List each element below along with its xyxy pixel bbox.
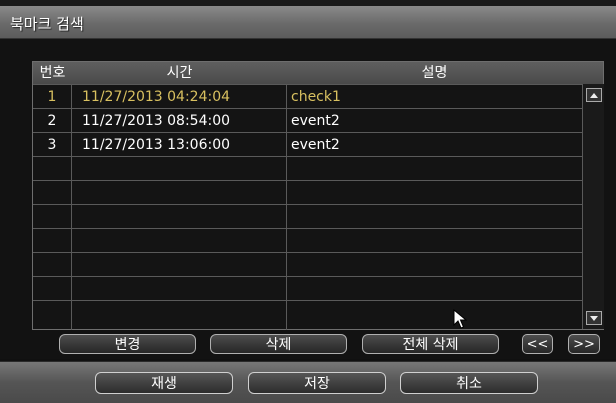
row-desc: event2: [291, 137, 340, 153]
header-num: 번호: [39, 65, 66, 81]
row-num: 1: [33, 85, 72, 109]
table-row[interactable]: 1 11/27/2013 04:24:04 check1: [33, 84, 582, 109]
table-row-empty[interactable]: [33, 276, 582, 301]
table-row-empty[interactable]: [33, 180, 582, 205]
save-button[interactable]: 저장: [248, 372, 386, 394]
table-scrollbar[interactable]: [582, 84, 604, 329]
table-row-empty[interactable]: [33, 204, 582, 229]
window-title: 북마크 검색: [10, 15, 84, 33]
edit-button[interactable]: 변경: [59, 334, 196, 354]
next-page-button[interactable]: >>: [568, 334, 600, 354]
bottom-bar: 재생 저장 취소: [0, 361, 616, 403]
table-header: 번호 시간 설명: [33, 62, 603, 84]
prev-page-button[interactable]: <<: [522, 334, 553, 354]
table-row-empty[interactable]: [33, 156, 582, 181]
row-time: 11/27/2013 04:24:04: [72, 85, 287, 109]
row-desc: check1: [291, 89, 341, 105]
row-num: 2: [33, 109, 72, 133]
row-num: 3: [33, 133, 72, 157]
bookmark-table: 번호 시간 설명 1 11/27/2013 04:24:04 check1 2 …: [32, 61, 604, 330]
mouse-pointer-icon: [453, 309, 467, 329]
row-time: 11/27/2013 13:06:00: [72, 133, 287, 157]
table-row-empty[interactable]: [33, 300, 582, 330]
header-time: 시간: [166, 65, 193, 81]
table-row[interactable]: 3 11/27/2013 13:06:00 event2: [33, 132, 582, 157]
cancel-button[interactable]: 취소: [400, 372, 538, 394]
header-desc: 설명: [421, 65, 448, 81]
table-row-empty[interactable]: [33, 252, 582, 277]
table-row-empty[interactable]: [33, 228, 582, 253]
play-button[interactable]: 재생: [95, 372, 233, 394]
title-bar: 북마크 검색: [0, 6, 616, 39]
scroll-down-arrow-icon[interactable]: [586, 311, 602, 325]
row-time: 11/27/2013 08:54:00: [72, 109, 287, 133]
row-desc: event2: [291, 113, 340, 129]
table-row[interactable]: 2 11/27/2013 08:54:00 event2: [33, 108, 582, 133]
delete-all-button[interactable]: 전체 삭제: [362, 334, 499, 354]
delete-button[interactable]: 삭제: [210, 334, 347, 354]
scroll-up-arrow-icon[interactable]: [586, 88, 602, 102]
